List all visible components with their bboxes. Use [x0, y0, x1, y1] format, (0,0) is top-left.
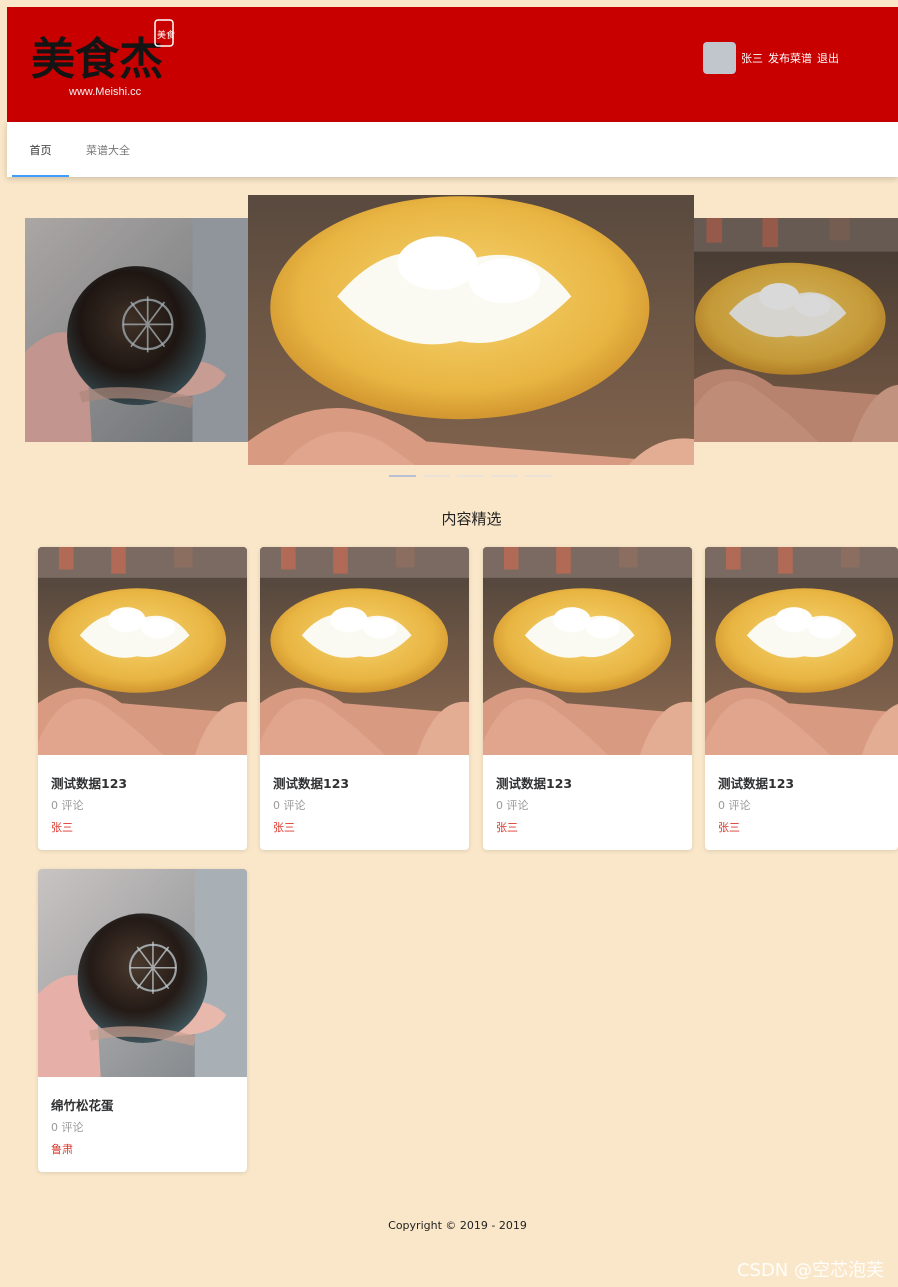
tab-recipe-collection[interactable]: 菜谱大全 [78, 122, 138, 177]
main-nav: 首页 菜谱大全 [7, 122, 898, 177]
recipe-card[interactable]: 测试数据123 0 评论 张三 [705, 547, 898, 850]
recipe-thumbnail[interactable] [38, 547, 247, 755]
logo-seal-text: 美食 [157, 29, 175, 41]
recipe-comment-count: 0 评论 [718, 799, 751, 812]
site-logo[interactable]: 美食杰 美食 www.Meishi.cc [29, 16, 179, 98]
carousel-indicator[interactable] [389, 475, 416, 477]
recipe-comment-count: 0 评论 [273, 799, 306, 812]
csdn-watermark: CSDN @空芯泡芙 [736, 1260, 884, 1281]
logo-url: www.Meishi.cc [68, 86, 142, 98]
recipe-thumbnail[interactable] [260, 547, 469, 755]
carousel-slide-next[interactable] [694, 218, 898, 442]
carousel-indicator[interactable] [525, 475, 552, 477]
user-area: 张三 发布菜谱 退出 [703, 42, 839, 74]
recipe-comment-count: 0 评论 [496, 799, 529, 812]
recipe-comment-count: 0 评论 [51, 799, 84, 812]
recipe-thumbnail[interactable] [483, 547, 692, 755]
carousel-indicators [389, 475, 552, 477]
recipe-author[interactable]: 张三 [273, 819, 295, 835]
recipe-thumbnail[interactable] [38, 869, 247, 1077]
recipe-title[interactable]: 测试数据123 [273, 773, 349, 792]
recipe-comment-count: 0 评论 [51, 1121, 84, 1134]
recipe-title[interactable]: 测试数据123 [496, 773, 572, 792]
recipe-title[interactable]: 绵竹松花蛋 [51, 1095, 114, 1114]
section-title: 内容精选 [441, 510, 502, 528]
recipe-author[interactable]: 张三 [718, 819, 740, 835]
slide-shade [694, 218, 898, 442]
recipe-thumbnail[interactable] [705, 547, 898, 755]
carousel-slide-active[interactable] [248, 195, 694, 465]
recipe-title[interactable]: 测试数据123 [718, 773, 794, 792]
recipe-author[interactable]: 张三 [496, 819, 518, 835]
recipe-card[interactable]: 测试数据123 0 评论 张三 [260, 547, 469, 850]
tab-home[interactable]: 首页 [12, 122, 69, 177]
recipe-card[interactable]: 测试数据123 0 评论 张三 [483, 547, 692, 850]
carousel-indicator[interactable] [423, 475, 450, 477]
recipe-card[interactable]: 测试数据123 0 评论 张三 [38, 547, 247, 850]
recipe-author[interactable]: 鲁肃 [51, 1141, 73, 1157]
recipe-title[interactable]: 测试数据123 [51, 773, 127, 792]
footer-copyright: Copyright © 2019 - 2019 [388, 1219, 527, 1232]
recipe-card[interactable]: 绵竹松花蛋 0 评论 鲁肃 [38, 869, 247, 1172]
carousel-slide-prev[interactable] [25, 218, 248, 442]
logout-link[interactable]: 退出 [817, 50, 839, 66]
carousel-indicator[interactable] [491, 475, 518, 477]
recipe-author[interactable]: 张三 [51, 819, 73, 835]
publish-recipe-link[interactable]: 发布菜谱 [768, 50, 812, 66]
avatar[interactable] [703, 42, 736, 74]
carousel-indicator[interactable] [457, 475, 484, 477]
slide-shade [25, 218, 248, 442]
username-link[interactable]: 张三 [741, 50, 763, 66]
logo-text: 美食杰 [31, 34, 163, 85]
